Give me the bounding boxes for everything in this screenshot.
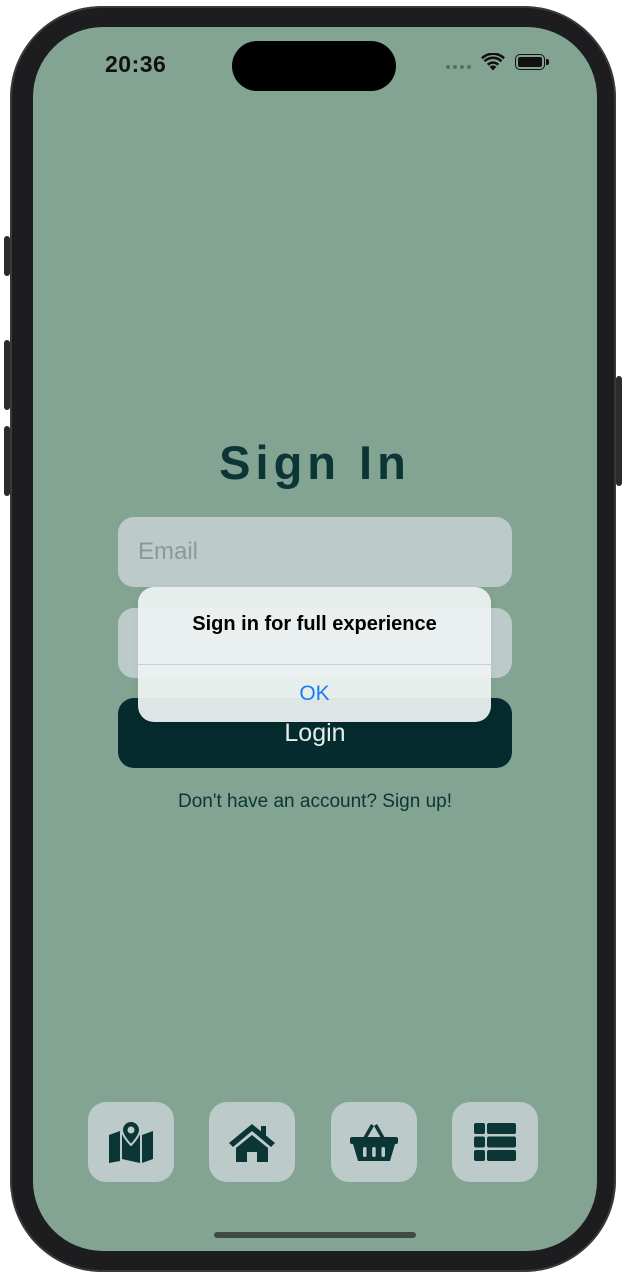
tab-map[interactable]: [88, 1102, 174, 1182]
home-icon: [229, 1124, 275, 1162]
power-button: [616, 376, 622, 486]
email-field[interactable]: Email: [118, 517, 512, 587]
battery-icon: [515, 54, 549, 70]
map-icon: [109, 1121, 153, 1163]
volume-up-button: [4, 340, 10, 410]
tab-list[interactable]: [452, 1102, 538, 1182]
cellular-signal-icon: [446, 65, 471, 69]
alert-dialog: Sign in for full experience OK: [138, 587, 491, 722]
page-title: Sign In: [219, 436, 411, 489]
home-indicator[interactable]: [214, 1232, 416, 1238]
action-button: [4, 236, 10, 276]
screen: 20:36 Sign In Email Login Don't have an …: [33, 27, 597, 1251]
wifi-icon: [481, 53, 505, 71]
email-placeholder: Email: [138, 538, 199, 565]
status-time: 20:36: [105, 51, 167, 77]
volume-down-button: [4, 426, 10, 496]
status-indicators: [446, 53, 549, 71]
tab-home[interactable]: [209, 1102, 295, 1182]
list-icon: [474, 1123, 516, 1161]
alert-message: Sign in for full experience: [192, 613, 437, 635]
dynamic-island: [232, 41, 396, 91]
alert-ok-button[interactable]: OK: [138, 665, 491, 722]
signup-link[interactable]: Don't have an account? Sign up!: [33, 791, 597, 813]
tab-basket[interactable]: [331, 1102, 417, 1182]
basket-icon: [350, 1124, 398, 1161]
